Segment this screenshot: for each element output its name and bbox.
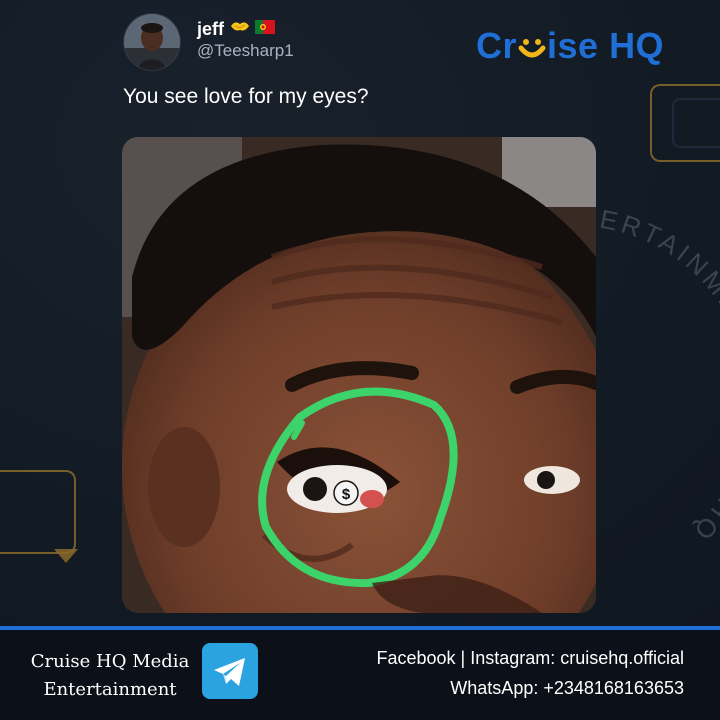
- logo-text-start: Cr: [476, 25, 518, 66]
- telegram-icon[interactable]: [202, 643, 258, 699]
- media-name: Cruise HQ Media Entertainment: [20, 648, 200, 704]
- cruise-hq-logo: Cr ise HQ: [476, 24, 664, 68]
- media-name-line2: Entertainment: [43, 679, 177, 700]
- user-handle[interactable]: @Teesharp1: [197, 40, 294, 62]
- meme-photo-eye-closeup-icon: $: [122, 137, 596, 613]
- display-name[interactable]: jeff: [197, 19, 224, 39]
- avatar[interactable]: [123, 13, 181, 71]
- chat-bubble-tail: [54, 549, 78, 563]
- whatsapp-contact: WhatsApp: +2348168163653: [450, 678, 684, 698]
- dollar-sign: $: [342, 486, 351, 503]
- social-handles: Facebook | Instagram: cruisehq.official: [376, 648, 685, 668]
- user-info: jeff @Teesharp1: [197, 18, 294, 62]
- logo-text-end: ise HQ: [547, 25, 665, 66]
- handshake-emoji-icon: [231, 22, 250, 31]
- user-avatar-icon: [124, 14, 180, 70]
- post-canvas: ENTERTAINMENT CRUISE HQ jeff: [0, 0, 720, 720]
- media-name-line1: Cruise HQ Media: [30, 651, 190, 672]
- portugal-flag-icon: [254, 20, 275, 34]
- chat-bubble-decoration: [0, 470, 76, 554]
- name-emoji-group: [230, 18, 275, 39]
- tweet-text: You see love for my eyes?: [123, 85, 369, 108]
- meme-photo[interactable]: $: [122, 137, 596, 613]
- smile-logo-icon: [518, 28, 546, 64]
- chat-bubble-decoration: [650, 84, 720, 162]
